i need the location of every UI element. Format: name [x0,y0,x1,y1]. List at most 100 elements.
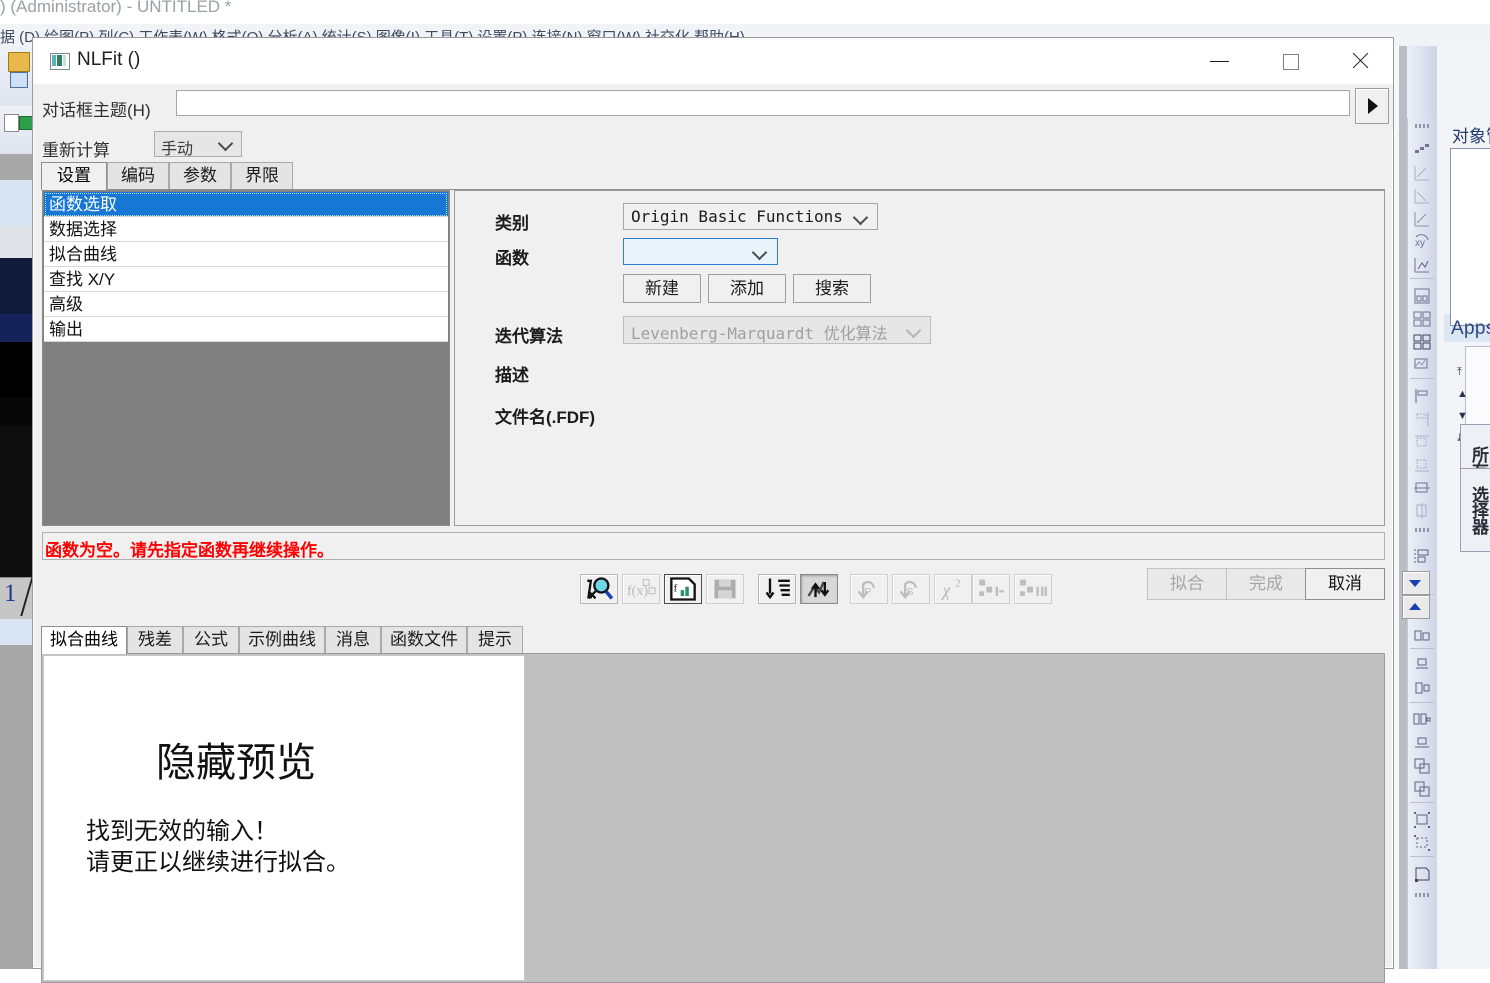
close-icon[interactable] [1339,38,1385,84]
align-center-horizontal-icon[interactable] [1412,478,1432,498]
tab-residual[interactable]: 残差 [127,626,183,653]
tab-fitted-curves[interactable]: 拟合曲线 [41,626,127,654]
align-top-icon[interactable] [1412,432,1432,452]
partial-fit-icon[interactable] [972,574,1010,604]
object-manager-tree[interactable] [1450,148,1490,326]
function-select[interactable] [623,238,778,265]
settings-branch-list[interactable]: 函数选取 数据选择 拟合曲线 查找 X/Y 高级 输出 [42,190,450,526]
distribute-left-icon[interactable] [1412,546,1432,566]
align-left-icon[interactable] [1412,386,1432,406]
preview-canvas: 隐藏预览 找到无效的输入！ 请更正以继续进行拟合。 [43,655,525,981]
search-function-button[interactable]: 搜索 [793,274,871,303]
distribute-bottom-icon[interactable] [1412,625,1432,645]
new-workbook-icon[interactable] [4,114,19,132]
list-item-find-xy[interactable]: 查找 X/Y [44,267,448,292]
tab-messages[interactable]: 消息 [325,626,381,653]
fit-report-icon[interactable]: f [664,574,702,604]
swap-xy-icon[interactable]: xy [1412,232,1432,252]
layer-arrange-icon[interactable] [1412,309,1432,329]
worksheet-row [0,258,36,287]
settings-tab-bar[interactable]: 设置 编码 参数 界限 [41,162,1385,190]
merge-graphs-icon[interactable] [1412,286,1432,306]
scroll-up-icon[interactable]: ▲ [1457,389,1468,400]
list-item-data-selection[interactable]: 数据选择 [44,217,448,242]
tab-settings[interactable]: 设置 [41,162,107,190]
axis-scale-increase-icon[interactable] [1412,209,1432,229]
speed-mode-icon[interactable] [1412,255,1432,275]
app-title-text: ) (Administrator) - UNTITLED * [0,0,232,16]
category-select[interactable]: Origin Basic Functions [623,203,878,230]
settings-branch-list-items: 函数选取 数据选择 拟合曲线 查找 X/Y 高级 输出 [44,192,448,342]
ungroup-objects-icon[interactable] [1412,833,1432,853]
global-fit-icon[interactable] [1014,574,1052,604]
chevron-down-icon [905,322,922,339]
axis-scale-decrease-icon[interactable] [1412,186,1432,206]
fit-comparison-icon[interactable]: f(x) [622,574,660,604]
preview-tab-bar[interactable]: 拟合曲线 残差 公式 示例曲线 消息 函数文件 提示 [41,626,1385,654]
size-fit-icon[interactable] [1412,710,1432,730]
apps-panel-title: Apps [1451,318,1490,339]
theme-input[interactable] [176,90,1350,116]
tab-bounds[interactable]: 界限 [231,162,293,189]
list-item-fitted-curves[interactable]: 拟合曲线 [44,242,448,267]
center-on-page-icon[interactable] [1412,733,1432,753]
tab-parameters[interactable]: 参数 [169,162,231,189]
size-same-width-icon[interactable] [1412,656,1432,676]
tab-sample-curve[interactable]: 示例曲线 [239,626,325,653]
list-item-advanced[interactable]: 高级 [44,292,448,317]
vertical-tab-selector[interactable]: 选择器 [1460,468,1490,552]
scatter-plot-icon[interactable] [1412,140,1432,160]
dialog-title-bar[interactable]: NLFit () [33,38,1393,84]
list-item-output[interactable]: 输出 [44,317,448,342]
layer-management-icon[interactable] [1412,332,1432,352]
preview-heading[interactable]: 隐藏预览 [156,730,316,788]
import-wizard-icon[interactable] [8,52,30,72]
import-window-icon[interactable] [10,72,28,88]
align-right-icon[interactable] [1412,409,1432,429]
tab-hints[interactable]: 提示 [467,626,523,653]
done-button[interactable]: 完成 [1226,568,1306,600]
simulate-curve-icon[interactable]: S [892,574,930,604]
svg-text:f: f [674,583,678,594]
align-center-vertical-icon[interactable] [1412,501,1432,521]
toolbar-grip-dots[interactable] [1415,124,1429,128]
object-edit-mode-icon[interactable] [1412,864,1432,884]
list-item-function-selection[interactable]: 函数选取 [44,192,448,217]
recalculate-select[interactable]: 手动 [154,131,242,158]
initialize-parameters-icon[interactable]: P [850,574,888,604]
align-bottom-icon[interactable] [1412,455,1432,475]
fit-until-converged-icon[interactable] [800,574,838,604]
play-icon[interactable] [1355,88,1389,124]
toolbar-grip-dots[interactable] [1415,528,1429,532]
scroll-down-icon[interactable] [1402,571,1430,595]
group-objects-icon[interactable] [1412,810,1432,830]
toolbar-grip-dots[interactable] [1415,893,1429,897]
size-same-height-icon[interactable] [1412,679,1432,699]
error-message-text: 函数为空。请先指定函数再继续操作。 [45,541,334,560]
scroll-down-icon[interactable]: ▼ [1457,411,1468,422]
minimize-icon[interactable] [1199,38,1245,84]
chevron-down-icon [751,244,768,261]
scroll-top-icon[interactable]: ⤒ [1457,367,1462,378]
tab-function-file[interactable]: 函数文件 [381,626,467,653]
extract-graph-icon[interactable] [1412,355,1432,375]
tab-formula[interactable]: 公式 [183,626,239,653]
fit-button[interactable]: 拟合 [1147,568,1227,600]
right-toolbar-top-area[interactable] [1407,46,1437,118]
save-icon[interactable] [706,574,744,604]
tab-coding[interactable]: 编码 [107,162,169,189]
rescale-axes-icon[interactable] [1412,163,1432,183]
maximize-icon[interactable] [1269,38,1315,84]
worksheet-tab-label[interactable]: 1 [4,580,17,608]
select-function-icon[interactable] [580,574,618,604]
chi-square-icon[interactable]: χ2 [934,574,972,604]
preview-line-1: 找到无效的输入！ [86,818,278,845]
bring-to-front-icon[interactable] [1412,756,1432,776]
scroll-up-icon[interactable] [1402,595,1430,619]
app-title-bar: ) (Administrator) - UNTITLED * [0,0,1490,24]
cancel-button[interactable]: 取消 [1305,568,1385,600]
one-iteration-icon[interactable] [758,574,796,604]
new-function-button[interactable]: 新建 [623,274,701,303]
send-to-back-icon[interactable] [1412,779,1432,799]
add-function-button[interactable]: 添加 [708,274,786,303]
